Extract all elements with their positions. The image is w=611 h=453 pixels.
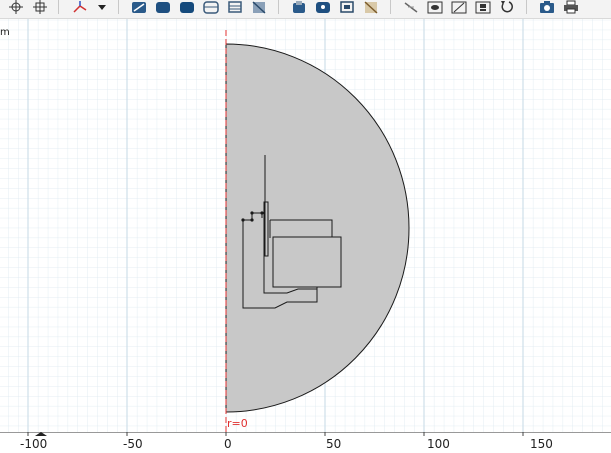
transparency-icon[interactable] (475, 0, 491, 14)
axis-label: r=0 (227, 417, 248, 430)
view-icon[interactable] (403, 0, 419, 14)
select-point-icon[interactable] (227, 0, 243, 14)
unit-label: m (0, 27, 10, 38)
select-all-icon[interactable] (131, 0, 147, 14)
image-snapshot-icon[interactable] (539, 0, 555, 14)
clear-selection-icon[interactable] (251, 0, 267, 14)
wireframe-icon[interactable] (451, 0, 467, 14)
tick-label: 0 (224, 437, 232, 451)
tick-label: -100 (20, 437, 48, 451)
zoom-extents-icon[interactable] (32, 0, 48, 14)
print-icon[interactable] (563, 0, 579, 14)
zoom-box-icon[interactable] (8, 0, 24, 14)
show-icon[interactable] (363, 0, 379, 14)
x-ruler (0, 432, 611, 453)
axis-orientation-icon[interactable] (72, 0, 88, 14)
build-all-icon[interactable] (315, 0, 331, 14)
tick-label: 50 (326, 437, 342, 451)
dropdown-arrow-icon[interactable] (94, 0, 110, 14)
tick-label: 150 (530, 437, 553, 451)
select-boundary-icon[interactable] (179, 0, 195, 14)
tick-label: -50 (123, 437, 143, 451)
hide-icon[interactable] (339, 0, 355, 14)
tick-label: 100 (427, 437, 450, 451)
graphics-canvas[interactable] (0, 19, 611, 434)
graphics-toolbar (0, 0, 611, 19)
build-selected-icon[interactable] (291, 0, 307, 14)
select-domain-icon[interactable] (155, 0, 171, 14)
select-edge-icon[interactable] (203, 0, 219, 14)
undo-view-icon[interactable] (499, 0, 515, 14)
show-eye-icon[interactable] (427, 0, 443, 14)
